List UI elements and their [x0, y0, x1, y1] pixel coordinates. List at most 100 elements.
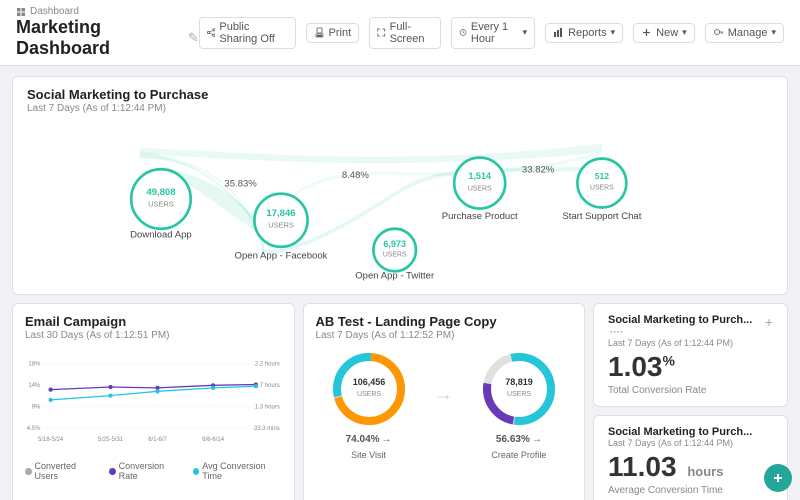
metric-card-2-header: Social Marketing to Purch... Last 7 Days…	[608, 426, 773, 448]
svg-text:35.83%: 35.83%	[224, 178, 257, 189]
page-title: Marketing Dashboard	[16, 17, 182, 59]
legend-avg-time: Avg Conversion Time	[193, 461, 282, 481]
metric-2-info: Social Marketing to Purch... Last 7 Days…	[608, 426, 752, 448]
edit-icon[interactable]: ✎	[188, 30, 199, 46]
header-left: Dashboard Marketing Dashboard ✎	[16, 6, 199, 59]
fab-button[interactable]	[764, 464, 792, 492]
ab-donut-row: 106,456 USERS 74.04% → Site Visit →	[316, 349, 573, 460]
svg-text:6,973: 6,973	[383, 239, 406, 249]
svg-text:Open App - Facebook: Open App - Facebook	[235, 251, 328, 262]
site-visit-pct: 74.04% →	[346, 434, 392, 445]
flow-arrow: →	[435, 384, 453, 405]
metric-1-value: 1.03%	[608, 352, 773, 383]
funnel-card: Social Marketing to Purchase Last 7 Days…	[12, 76, 788, 295]
fullscreen-icon	[377, 27, 385, 38]
svg-text:512: 512	[595, 171, 609, 181]
bottom-row: Email Campaign Last 30 Days (As of 1:12:…	[12, 303, 788, 500]
svg-text:USERS: USERS	[468, 186, 492, 193]
ab-title: AB Test - Landing Page Copy	[316, 314, 573, 329]
svg-text:1,514: 1,514	[468, 171, 491, 181]
email-title: Email Campaign	[25, 314, 282, 329]
avg-time-dot	[193, 468, 200, 475]
svg-text:33.3 mins: 33.3 mins	[254, 426, 280, 432]
sharing-button[interactable]: Public Sharing Off	[199, 17, 296, 49]
dashboard-icon	[16, 7, 26, 17]
funnel-area: 49,808 USERS Download App 35.83% 17,846 …	[27, 114, 773, 284]
ab-subtitle: Last 7 Days (As of 1:12:52 PM)	[316, 330, 573, 341]
print-icon	[314, 27, 325, 38]
metric-card-1: Social Marketing to Purch... ···· Last 7…	[593, 303, 788, 407]
svg-text:USERS: USERS	[383, 251, 407, 258]
funnel-svg: 49,808 USERS Download App 35.83% 17,846 …	[27, 114, 773, 284]
svg-text:4.5%: 4.5%	[27, 426, 41, 432]
clock-icon	[459, 27, 467, 38]
create-profile-label: Create Profile	[491, 450, 546, 460]
new-button[interactable]: New ▾	[633, 23, 695, 43]
title-row: Marketing Dashboard ✎	[16, 17, 199, 59]
svg-text:18%: 18%	[28, 362, 41, 368]
create-profile-item: 78,819 USERS 56.63% → Create Profile	[479, 349, 559, 460]
metric-card-2: Social Marketing to Purch... Last 7 Days…	[593, 415, 788, 500]
metric-2-title: Social Marketing to Purch...	[608, 426, 752, 438]
plus-icon	[641, 27, 652, 38]
svg-text:1.7 hours: 1.7 hours	[255, 383, 280, 389]
svg-text:5/18-5/24: 5/18-5/24	[38, 437, 64, 443]
svg-text:Open App - Twitter: Open App - Twitter	[355, 271, 435, 282]
svg-text:6/1-6/7: 6/1-6/7	[148, 437, 167, 443]
share-icon	[207, 27, 215, 38]
svg-text:33.82%: 33.82%	[522, 164, 555, 175]
legend-conversion-rate: Conversion Rate	[109, 461, 181, 481]
header: Dashboard Marketing Dashboard ✎ Public S…	[0, 0, 800, 66]
email-card: Email Campaign Last 30 Days (As of 1:12:…	[12, 303, 295, 500]
manage-button[interactable]: Manage ▾	[705, 23, 784, 43]
metric-1-desc: Total Conversion Rate	[608, 385, 773, 396]
svg-text:Download App: Download App	[130, 229, 192, 240]
fab-icon	[771, 471, 785, 485]
svg-text:2.2 hours: 2.2 hours	[255, 362, 280, 368]
chart-legend: Converted Users Conversion Rate Avg Conv…	[25, 461, 282, 481]
svg-text:9%: 9%	[32, 404, 41, 410]
converted-dot	[25, 468, 32, 475]
reports-icon	[553, 27, 564, 38]
create-profile-pct: 56.63% →	[496, 434, 542, 445]
svg-text:78,819: 78,819	[505, 377, 533, 387]
svg-text:USERS: USERS	[507, 391, 531, 398]
metric-1-info: Social Marketing to Purch... ···· Last 7…	[608, 314, 765, 348]
fullscreen-button[interactable]: Full-Screen	[369, 17, 441, 49]
svg-text:USERS: USERS	[268, 221, 294, 230]
svg-text:49,808: 49,808	[146, 187, 176, 198]
breadcrumb: Dashboard	[16, 6, 199, 17]
print-button[interactable]: Print	[306, 23, 360, 43]
metric-1-more-icon[interactable]: +	[765, 314, 773, 330]
svg-text:5/25-5/31: 5/25-5/31	[98, 437, 124, 443]
svg-text:106,456: 106,456	[352, 377, 385, 387]
reports-button[interactable]: Reports ▾	[545, 23, 623, 43]
legend-converted: Converted Users	[25, 461, 97, 481]
svg-text:USERS: USERS	[148, 199, 174, 208]
site-visit-label: Site Visit	[351, 450, 386, 460]
email-chart-area: 18% 14% 9% 4.5% 2.2 hours 1.7 hours 1.3 …	[25, 347, 282, 457]
create-profile-donut: 78,819 USERS	[479, 349, 559, 429]
ab-card: AB Test - Landing Page Copy Last 7 Days …	[303, 303, 586, 500]
metric-card-1-header: Social Marketing to Purch... ···· Last 7…	[608, 314, 773, 348]
conv-rate-dot	[109, 468, 115, 475]
key-icon	[713, 27, 724, 38]
header-right: Public Sharing Off Print Full-Screen Eve…	[199, 17, 784, 49]
funnel-subtitle: Last 7 Days (As of 1:12:44 PM)	[27, 103, 773, 114]
metric-1-title: Social Marketing to Purch... ····	[608, 314, 765, 338]
svg-text:1.3 hours: 1.3 hours	[255, 404, 280, 410]
metrics-col: Social Marketing to Purch... ···· Last 7…	[593, 303, 788, 500]
funnel-title: Social Marketing to Purchase	[27, 87, 773, 102]
refresh-button[interactable]: Every 1 Hour ▾	[451, 17, 535, 49]
svg-text:8.48%: 8.48%	[342, 170, 370, 181]
svg-text:17,846: 17,846	[266, 208, 295, 219]
metric-2-desc: Average Conversion Time	[608, 485, 773, 496]
svg-text:14%: 14%	[28, 383, 41, 389]
svg-text:Start Support Chat: Start Support Chat	[562, 211, 641, 222]
metric-1-subtitle: Last 7 Days (As of 1:12:44 PM)	[608, 338, 765, 348]
svg-text:USERS: USERS	[590, 184, 614, 191]
svg-text:USERS: USERS	[357, 391, 381, 398]
svg-text:Purchase Product: Purchase Product	[442, 211, 518, 222]
svg-text:6/8-6/14: 6/8-6/14	[202, 437, 225, 443]
email-chart-svg: 18% 14% 9% 4.5% 2.2 hours 1.7 hours 1.3 …	[25, 347, 282, 457]
